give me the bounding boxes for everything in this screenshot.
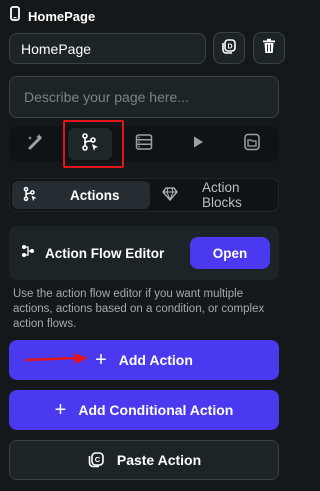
flow-nodes-icon — [21, 244, 35, 263]
plus-icon: + — [54, 399, 67, 421]
tab-animations[interactable] — [176, 128, 220, 160]
actions-segmented-control: Actions Action Blocks — [9, 178, 279, 212]
properties-toolbar — [9, 126, 279, 162]
page-title: HomePage — [28, 8, 96, 24]
svg-text:C: C — [95, 455, 101, 464]
highlight-annotation — [63, 120, 124, 168]
phone-icon — [10, 6, 20, 26]
page-header: HomePage — [10, 6, 96, 26]
flow-editor-label: Action Flow Editor — [45, 245, 165, 261]
add-conditional-action-button[interactable]: + Add Conditional Action — [9, 390, 279, 430]
duplicate-icon: D — [221, 38, 237, 59]
tab-widget-properties[interactable] — [14, 128, 58, 160]
diamond-icon — [162, 186, 178, 205]
trash-icon — [262, 38, 276, 59]
plus-icon: + — [95, 349, 107, 371]
database-icon — [135, 133, 153, 156]
action-flow-icon — [22, 186, 38, 205]
folder-icon — [243, 133, 261, 156]
page-name-input[interactable]: HomePage — [9, 33, 206, 64]
red-arrow-annotation — [24, 351, 92, 374]
tab-action-blocks-label: Action Blocks — [202, 180, 242, 210]
description-placeholder: Describe your page here... — [24, 89, 189, 105]
page-description-input[interactable]: Describe your page here... — [9, 76, 279, 118]
page-name-value: HomePage — [21, 40, 92, 57]
tab-action-blocks[interactable]: Action Blocks — [152, 180, 278, 210]
paste-icon: C — [87, 450, 105, 471]
open-flow-editor-button[interactable]: Open — [190, 237, 270, 269]
action-flow-editor-card: Action Flow Editor Open — [9, 226, 279, 280]
tab-backend-query[interactable] — [122, 128, 166, 160]
delete-button[interactable] — [253, 32, 285, 64]
svg-text:D: D — [227, 43, 232, 50]
play-icon — [191, 135, 205, 154]
add-action-label: Add Action — [118, 352, 193, 368]
add-conditional-label: Add Conditional Action — [78, 402, 234, 418]
magic-wand-icon — [26, 132, 46, 157]
paste-action-button[interactable]: C Paste Action — [9, 440, 279, 480]
tab-actions-label: Actions — [70, 187, 120, 203]
duplicate-button[interactable]: D — [213, 32, 245, 64]
paste-action-label: Paste Action — [116, 452, 202, 468]
help-text: Use the action flow editor if you want m… — [13, 288, 265, 330]
tab-page-settings[interactable] — [230, 128, 274, 160]
tab-actions-list[interactable]: Actions — [12, 181, 150, 209]
